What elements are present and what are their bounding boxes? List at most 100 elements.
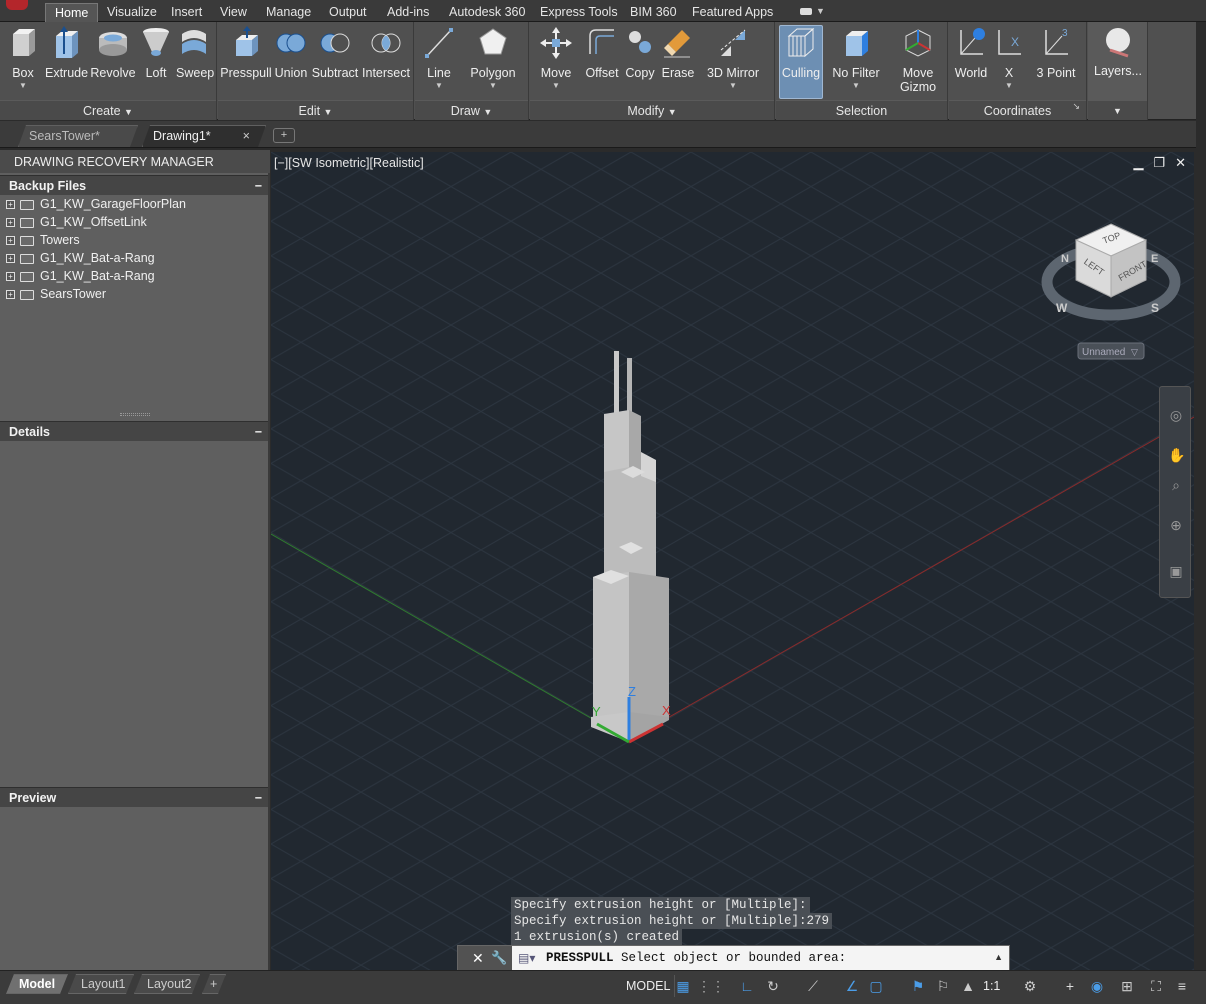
collapse-icon[interactable]: − — [255, 788, 262, 808]
wrench-icon[interactable]: 🔧 — [491, 950, 507, 966]
backup-file-item[interactable]: +G1_KW_OffsetLink — [6, 213, 147, 231]
isolate-objects-icon[interactable]: ◉ — [1087, 977, 1107, 997]
draw-panel-title[interactable]: Draw ▼ — [415, 100, 528, 120]
expand-icon[interactable]: + — [6, 218, 15, 227]
tab-output[interactable]: Output — [320, 3, 376, 22]
3d-mirror-button[interactable]: 3D Mirror▼ — [702, 26, 764, 96]
modify-panel-title[interactable]: Modify ▼ — [530, 100, 774, 120]
layout-tab-layout1[interactable]: Layout1 — [68, 974, 134, 994]
revolve-button[interactable]: Revolve — [90, 26, 136, 96]
annotation-visibility-icon[interactable]: ⚑ — [908, 977, 928, 997]
copy-button[interactable]: Copy — [622, 26, 658, 96]
backup-file-item[interactable]: +G1_KW_Bat-a-Rang — [6, 267, 155, 285]
doc-tab-drawing1[interactable]: Drawing1*× — [142, 125, 266, 147]
pan-hand-icon[interactable]: ✋ — [1168, 447, 1184, 463]
expand-icon[interactable]: + — [6, 200, 15, 209]
dialog-launcher-icon[interactable]: ↘ — [1072, 96, 1080, 116]
osnap-icon[interactable]: ▢ — [866, 977, 886, 997]
polygon-button[interactable]: Polygon▼ — [467, 26, 519, 96]
tab-express-tools[interactable]: Express Tools — [531, 3, 627, 22]
edit-panel-title[interactable]: Edit ▼ — [218, 100, 413, 120]
command-prompt[interactable]: PRESSPULL Select object or bounded area: — [546, 951, 846, 965]
expand-icon[interactable]: + — [6, 254, 15, 263]
clean-screen-icon[interactable]: ⛶ — [1146, 977, 1166, 997]
presspull-button[interactable]: Presspull — [220, 26, 272, 96]
auto-scale-icon[interactable]: ⚐ — [933, 977, 953, 997]
erase-button[interactable]: Erase — [660, 26, 696, 96]
ortho-icon[interactable]: ∟ — [737, 977, 757, 997]
isodraft-icon[interactable]: ⟋ — [803, 977, 823, 997]
minimize-icon[interactable]: ▁ — [1133, 155, 1143, 170]
tab-view[interactable]: View — [211, 3, 256, 22]
tab-manage[interactable]: Manage — [257, 3, 320, 22]
extrude-button[interactable]: Extrude — [45, 26, 87, 96]
plus-icon[interactable]: + — [1060, 977, 1080, 997]
layers-panel-expander[interactable]: ▼ — [1088, 100, 1147, 120]
expand-icon[interactable]: + — [6, 236, 15, 245]
backup-file-item[interactable]: +SearsTower — [6, 285, 106, 303]
close-tab-icon[interactable]: × — [243, 129, 250, 143]
new-tab-button[interactable]: + — [273, 128, 295, 143]
doc-tab-searstower[interactable]: SearsTower* — [18, 125, 138, 147]
layers-button[interactable]: Layers... — [1090, 26, 1146, 96]
intersect-button[interactable]: Intersect — [361, 26, 411, 96]
annotation-scale-icon[interactable]: ▲ — [958, 977, 978, 997]
grid-icon[interactable]: ▦ — [673, 977, 693, 997]
steering-wheel-icon[interactable]: ◎ — [1168, 407, 1184, 423]
expand-icon[interactable]: + — [6, 272, 15, 281]
collapse-icon[interactable]: − — [255, 422, 262, 442]
line-button[interactable]: Line▼ — [419, 26, 459, 96]
snap-icon[interactable]: ⋮⋮ — [697, 977, 717, 997]
tab-featured-apps[interactable]: Featured Apps — [683, 3, 782, 22]
command-icon[interactable]: ▤▾ — [518, 951, 535, 965]
backup-files-header[interactable]: Backup Files− — [0, 175, 268, 195]
expand-icon[interactable]: + — [6, 290, 15, 299]
gear-icon[interactable]: ⚙ — [1020, 977, 1040, 997]
close-icon[interactable]: ✕ — [1175, 155, 1186, 170]
create-panel-title[interactable]: Create ▼ — [0, 100, 216, 120]
collapse-icon[interactable]: − — [255, 176, 262, 196]
zoom-icon[interactable]: ⌕ — [1168, 477, 1184, 493]
tab-home[interactable]: Home — [45, 3, 98, 22]
orbit-icon[interactable]: ⊕ — [1168, 517, 1184, 533]
ucs-3-point-button[interactable]: 3 3 Point — [1031, 26, 1081, 96]
tab-insert[interactable]: Insert — [162, 3, 211, 22]
splitter-grip[interactable] — [120, 413, 150, 416]
model-space-button[interactable]: MODEL — [622, 975, 675, 997]
backup-file-item[interactable]: +G1_KW_GarageFloorPlan — [6, 195, 186, 213]
ribbon-options-dropdown[interactable]: ▼ — [798, 4, 826, 20]
showmotion-icon[interactable]: ▣ — [1168, 563, 1184, 579]
command-line[interactable]: ✕ 🔧 ▤▾ PRESSPULL Select object or bounde… — [457, 945, 1010, 971]
polar-icon[interactable]: ↻ — [763, 977, 783, 997]
subtract-button[interactable]: Subtract — [311, 26, 359, 96]
sweep-button[interactable]: Sweep — [176, 26, 212, 96]
osnap-tracking-icon[interactable]: ∠ — [842, 977, 862, 997]
layout-tab-layout2[interactable]: Layout2 — [134, 974, 200, 994]
ucs-x-button[interactable]: X X▼ — [993, 26, 1025, 96]
hardware-acceleration-icon[interactable]: ⊞ — [1117, 977, 1137, 997]
annotation-scale-value[interactable]: 1:1 — [983, 979, 1000, 993]
ucs-menu[interactable]: Unnamed ▽ — [1078, 343, 1144, 359]
box-button[interactable]: Box▼ — [4, 26, 42, 96]
layout-tab-model[interactable]: Model — [6, 974, 68, 994]
no-filter-button[interactable]: No Filter▼ — [828, 26, 884, 96]
backup-file-item[interactable]: +Towers — [6, 231, 80, 249]
application-menu-button[interactable] — [4, 0, 34, 14]
culling-button[interactable]: Culling — [779, 25, 823, 99]
tab-visualize[interactable]: Visualize — [98, 3, 166, 22]
add-layout-button[interactable]: + — [202, 974, 226, 994]
chevron-up-icon[interactable]: ▲ — [994, 952, 1003, 962]
tab-add-ins[interactable]: Add-ins — [378, 3, 438, 22]
union-button[interactable]: Union — [273, 26, 309, 96]
customization-menu-icon[interactable]: ≡ — [1172, 977, 1192, 997]
tab-bim-360[interactable]: BIM 360 — [621, 3, 686, 22]
backup-file-item[interactable]: +G1_KW_Bat-a-Rang — [6, 249, 155, 267]
move-button[interactable]: Move▼ — [536, 26, 576, 96]
restore-icon[interactable]: ❐ — [1153, 155, 1165, 170]
world-ucs-button[interactable]: World — [951, 26, 991, 96]
preview-header[interactable]: Preview− — [0, 787, 268, 807]
loft-button[interactable]: Loft — [139, 26, 173, 96]
tab-autodesk-360[interactable]: Autodesk 360 — [440, 3, 534, 22]
drawing-viewport[interactable]: Z X Y TOP LEFT FRONT N E S W Unnamed — [271, 152, 1194, 972]
close-icon[interactable]: ✕ — [472, 950, 484, 967]
